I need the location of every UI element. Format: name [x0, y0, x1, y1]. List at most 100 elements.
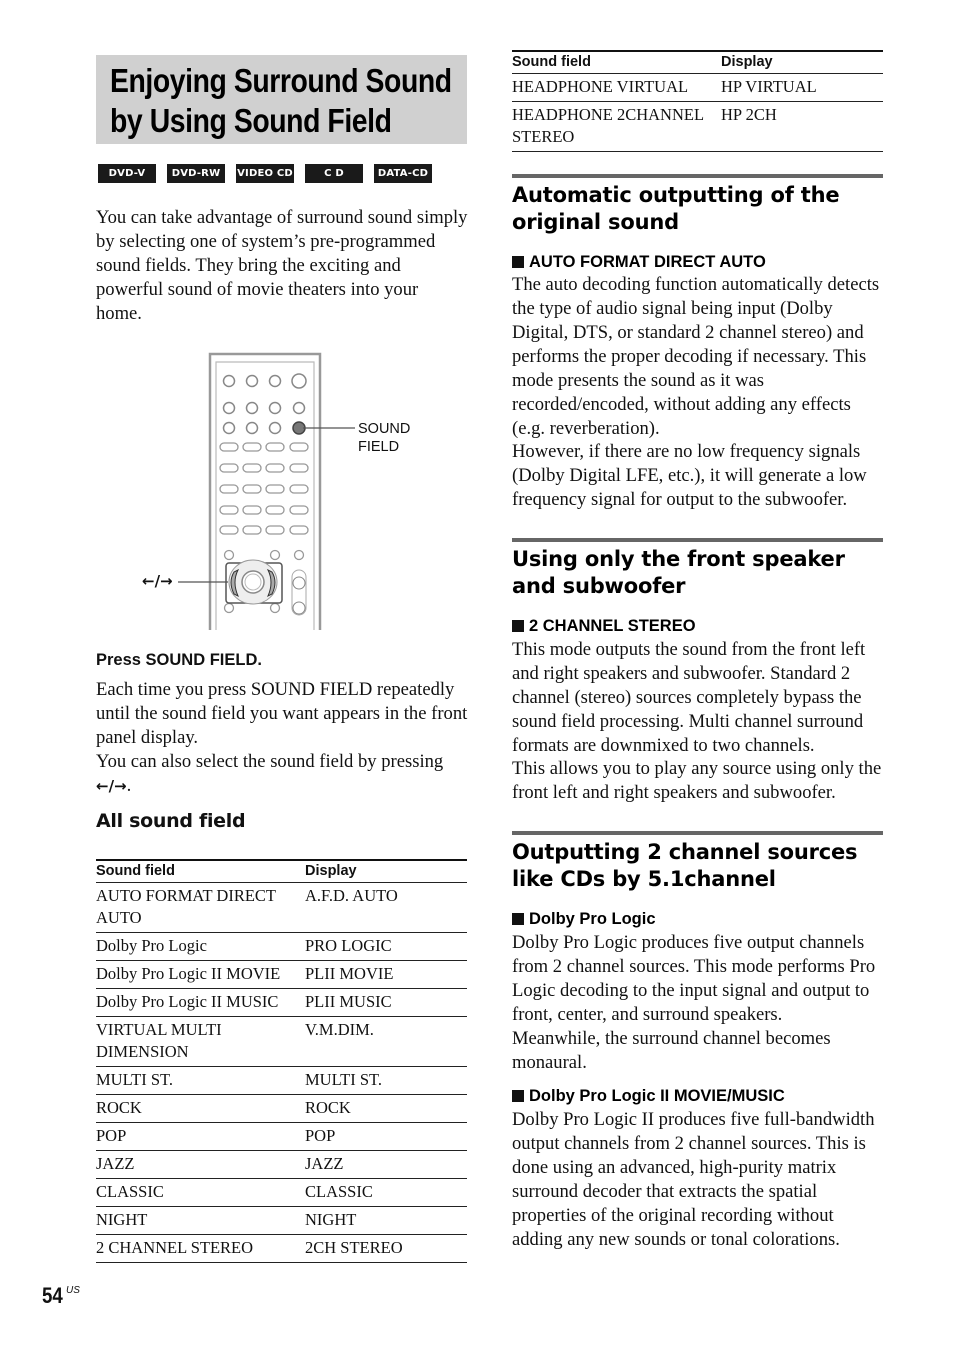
cell-sound-field: CLASSIC — [96, 1178, 305, 1207]
section-body: Dolby Pro Logic produces five output cha… — [512, 932, 876, 1025]
cell-sound-field: HEADPHONE VIRTUAL — [512, 73, 721, 102]
table-row: POP POP — [96, 1122, 467, 1151]
cell-display: PLII MOVIE — [305, 960, 467, 989]
table-row: ROCK ROCK — [96, 1094, 467, 1123]
section-divider — [512, 174, 883, 178]
page-title-box: Enjoying Surround Sound by Using Sound F… — [96, 55, 467, 144]
bullet-square-icon — [512, 1090, 524, 1102]
subheading-text: 2 CHANNEL STEREO — [529, 617, 696, 635]
cell-sound-field: POP — [96, 1122, 305, 1151]
cell-sound-field: 2 CHANNEL STEREO — [96, 1234, 305, 1263]
subheading-text: Dolby Pro Logic II MOVIE/MUSIC — [529, 1087, 785, 1105]
section-heading-2ch-to-5-1: Outputting 2 channel sources like CDs by… — [512, 840, 858, 891]
section-divider — [512, 538, 883, 542]
subheading-text: AUTO FORMAT DIRECT AUTO — [529, 253, 766, 271]
table-row: HEADPHONE VIRTUAL HP VIRTUAL — [512, 73, 883, 102]
table-row: HEADPHONE 2CHANNEL STEREO HP 2CH — [512, 101, 883, 152]
arrow-keys-glyph: ←/→ — [96, 777, 127, 795]
page-region-suffix: US — [66, 1285, 80, 1296]
remote-illustration — [178, 352, 355, 630]
badge-cd: C D — [305, 164, 363, 183]
page-title: Enjoying Surround Sound by Using Sound F… — [110, 61, 452, 141]
cell-display: V.M.DIM. — [305, 1016, 467, 1067]
step-heading: Press SOUND FIELD. — [96, 651, 262, 669]
badge-dvd-rw: DVD-RW — [167, 164, 225, 183]
step-period: . — [126, 775, 132, 796]
step-body: Each time you press SOUND FIELD repeated… — [96, 679, 468, 748]
step-body-text: You can also select the sound field by p… — [96, 751, 444, 772]
cell-display: 2CH STEREO — [305, 1234, 467, 1263]
subheading-auto-format: AUTO FORMAT DIRECT AUTO — [512, 252, 766, 272]
badge-data-cd: DATA-CD — [374, 164, 432, 183]
table-row: MULTI ST. MULTI ST. — [96, 1066, 467, 1095]
page-title-line-1: Enjoying Surround Sound — [110, 62, 452, 99]
subheading-2-channel-stereo: 2 CHANNEL STEREO — [512, 616, 696, 636]
column-header-display: Display — [305, 860, 467, 883]
cell-display: PRO LOGIC — [305, 932, 467, 961]
cell-sound-field: Dolby Pro Logic II MUSIC — [96, 988, 305, 1017]
column-header-sound-field: Sound field — [512, 51, 721, 74]
column-header-display: Display — [721, 51, 883, 74]
cell-sound-field: Dolby Pro Logic — [96, 932, 305, 961]
section-body: Dolby Pro Logic II produces five full-ba… — [512, 1109, 875, 1250]
subheading-dolby-pro-logic-ii: Dolby Pro Logic II MOVIE/MUSIC — [512, 1086, 785, 1106]
subheading-text: Dolby Pro Logic — [529, 910, 656, 928]
badge-video-cd: VIDEO CD — [236, 164, 294, 183]
callout-line-1: SOUND — [358, 421, 411, 437]
table-row: Dolby Pro Logic II MOVIE PLII MOVIE — [96, 960, 467, 989]
table-row: CLASSIC CLASSIC — [96, 1178, 467, 1207]
table-header-row: Sound field Display — [96, 860, 467, 883]
table-row: NIGHT NIGHT — [96, 1206, 467, 1235]
section-body: However, if there are no low frequency s… — [512, 441, 867, 510]
table-row: AUTO FORMAT DIRECT AUTO A.F.D. AUTO — [96, 882, 467, 933]
callout-line-2: FIELD — [358, 439, 400, 455]
badge-dvd-v: DVD-V — [98, 164, 156, 183]
cell-sound-field: JAZZ — [96, 1150, 305, 1179]
step-body-arrows: You can also select the sound field by p… — [96, 750, 468, 798]
cell-display: A.F.D. AUTO — [305, 882, 467, 933]
arrow-buttons-callout: ←/→ — [142, 572, 173, 590]
cell-sound-field: NIGHT — [96, 1206, 305, 1235]
cell-display: ROCK — [305, 1094, 467, 1123]
section-body: This allows you to play any source using… — [512, 758, 882, 803]
table-row: Dolby Pro Logic PRO LOGIC — [96, 932, 467, 961]
section-divider — [512, 831, 883, 835]
sound-field-table-continued: Sound field Display HEADPHONE VIRTUAL HP … — [512, 50, 883, 152]
section-body: Meanwhile, the surround channel becomes … — [512, 1028, 831, 1073]
bullet-square-icon — [512, 256, 524, 268]
table-row: Dolby Pro Logic II MUSIC PLII MUSIC — [96, 988, 467, 1017]
bullet-square-icon — [512, 620, 524, 632]
cell-sound-field: AUTO FORMAT DIRECT AUTO — [96, 882, 305, 933]
table-row: 2 CHANNEL STEREO 2CH STEREO — [96, 1234, 467, 1263]
cell-display: POP — [305, 1122, 467, 1151]
cell-display: PLII MUSIC — [305, 988, 467, 1017]
sound-field-table: Sound field Display AUTO FORMAT DIRECT A… — [96, 859, 467, 1263]
cell-display: HP 2CH — [721, 101, 883, 152]
cell-display: CLASSIC — [305, 1178, 467, 1207]
column-header-sound-field: Sound field — [96, 860, 305, 883]
cell-sound-field: Dolby Pro Logic II MOVIE — [96, 960, 305, 989]
table-row: VIRTUAL MULTI DIMENSION V.M.DIM. — [96, 1016, 467, 1067]
all-sound-field-heading: All sound field — [96, 810, 246, 832]
cell-sound-field: HEADPHONE 2CHANNEL STEREO — [512, 101, 721, 152]
cell-display: HP VIRTUAL — [721, 73, 883, 102]
cell-display: JAZZ — [305, 1150, 467, 1179]
bullet-square-icon — [512, 913, 524, 925]
subheading-dolby-pro-logic: Dolby Pro Logic — [512, 909, 656, 929]
remote-control-diagram: SOUND FIELD ←/→ — [130, 350, 430, 630]
cell-display: NIGHT — [305, 1206, 467, 1235]
section-heading-front-speaker: Using only the front speaker and subwoof… — [512, 547, 845, 598]
disc-type-badges: DVD-V DVD-RW VIDEO CD C D DATA-CD — [98, 164, 468, 183]
cell-sound-field: VIRTUAL MULTI DIMENSION — [96, 1016, 305, 1067]
page-title-line-2: by Using Sound Field — [110, 102, 392, 139]
table-header-row: Sound field Display — [512, 51, 883, 74]
section-body: This mode outputs the sound from the fro… — [512, 639, 866, 756]
cell-sound-field: MULTI ST. — [96, 1066, 305, 1095]
section-body: The auto decoding function automatically… — [512, 274, 880, 439]
intro-paragraph: You can take advantage of surround sound… — [96, 207, 468, 324]
section-heading-automatic-output: Automatic outputting of the original sou… — [512, 183, 840, 234]
sound-field-callout: SOUND FIELD — [358, 420, 410, 456]
table-row: JAZZ JAZZ — [96, 1150, 467, 1179]
page-number: 54 — [42, 1283, 63, 1308]
cell-sound-field: ROCK — [96, 1094, 305, 1123]
